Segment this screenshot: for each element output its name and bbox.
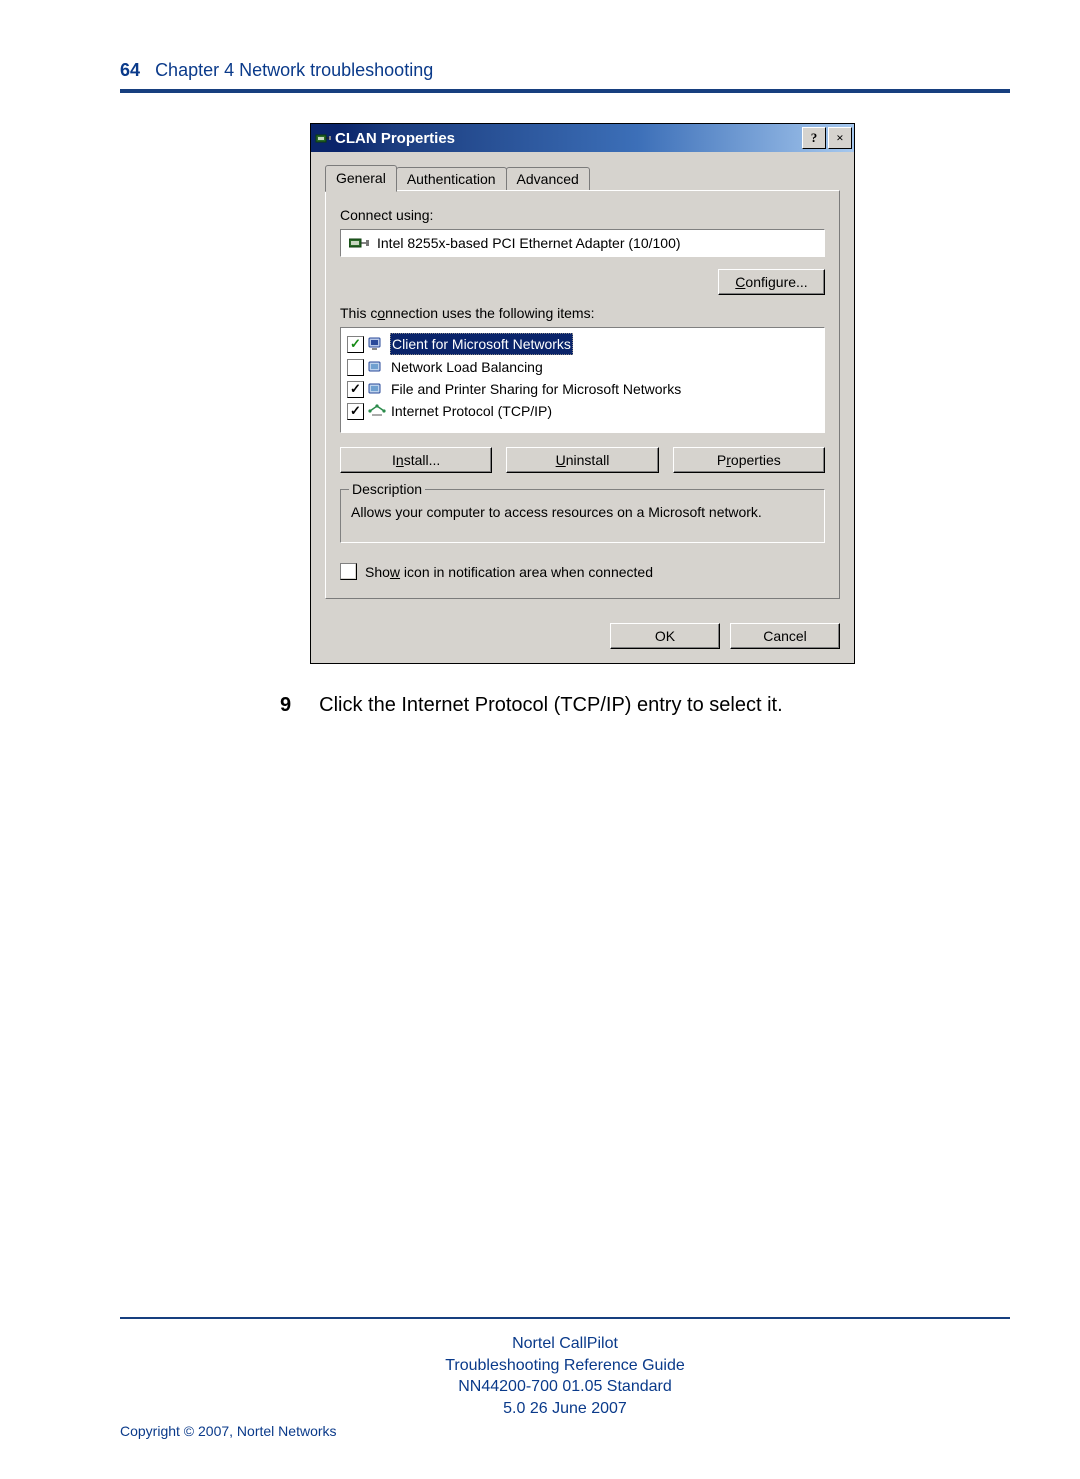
checkbox-checked-icon[interactable] xyxy=(347,336,364,353)
show-icon-row[interactable]: Show icon in notification area when conn… xyxy=(340,563,825,580)
tab-panel-general: Connect using: Intel 8255x-based PCI Eth… xyxy=(325,190,840,599)
uninstall-button[interactable]: Uninstall xyxy=(506,447,658,473)
footer-line-2: Troubleshooting Reference Guide xyxy=(120,1355,1010,1377)
network-adapter-icon xyxy=(315,130,331,146)
list-item[interactable]: Internet Protocol (TCP/IP) xyxy=(345,400,820,422)
checkbox-unchecked-icon[interactable] xyxy=(347,359,364,376)
adapter-icon xyxy=(349,235,369,251)
tab-advanced[interactable]: Advanced xyxy=(506,167,590,191)
list-item-label: File and Printer Sharing for Microsoft N… xyxy=(390,379,682,399)
list-item[interactable]: File and Printer Sharing for Microsoft N… xyxy=(345,378,820,400)
description-text: Allows your computer to access resources… xyxy=(351,504,814,520)
clan-properties-dialog: CLAN Properties ? × General Authenticati… xyxy=(310,123,855,664)
list-item-label: Client for Microsoft Networks xyxy=(390,333,573,355)
show-icon-label: Show icon in notification area when conn… xyxy=(365,564,653,580)
description-groupbox: Description Allows your computer to acce… xyxy=(340,489,825,543)
dialog-titlebar[interactable]: CLAN Properties ? × xyxy=(311,124,854,152)
show-icon-checkbox[interactable] xyxy=(340,563,357,580)
tab-general[interactable]: General xyxy=(325,165,397,192)
items-label: This connection uses the following items… xyxy=(340,305,825,321)
description-title: Description xyxy=(349,481,425,497)
footer-divider xyxy=(120,1317,1010,1319)
footer-line-3: NN44200-700 01.05 Standard xyxy=(120,1376,1010,1398)
header-divider xyxy=(120,89,1010,93)
footer-line-1: Nortel CallPilot xyxy=(120,1333,1010,1355)
adapter-name: Intel 8255x-based PCI Ethernet Adapter (… xyxy=(377,235,681,251)
list-item[interactable]: Client for Microsoft Networks xyxy=(345,332,820,356)
page-number: 64 xyxy=(120,60,140,80)
configure-button[interactable]: Configure... xyxy=(718,269,825,295)
connect-using-label: Connect using: xyxy=(340,207,825,223)
ok-button[interactable]: OK xyxy=(610,623,720,649)
checkbox-checked-icon[interactable] xyxy=(347,381,364,398)
tab-authentication[interactable]: Authentication xyxy=(396,167,507,191)
list-item[interactable]: Network Load Balancing xyxy=(345,356,820,378)
close-button[interactable]: × xyxy=(828,127,852,149)
page-header: 64 Chapter 4 Network troubleshooting xyxy=(120,60,1010,81)
document-footer: Nortel CallPilot Troubleshooting Referen… xyxy=(120,1333,1010,1419)
properties-button[interactable]: Properties xyxy=(673,447,825,473)
footer-line-4: 5.0 26 June 2007 xyxy=(120,1398,1010,1420)
list-item-label: Network Load Balancing xyxy=(390,357,544,377)
protocol-icon xyxy=(368,403,386,419)
chapter-title: Chapter 4 Network troubleshooting xyxy=(155,60,433,80)
client-icon xyxy=(368,336,386,352)
install-button[interactable]: Install... xyxy=(340,447,492,473)
instruction-number: 9 xyxy=(280,694,291,717)
list-item-label: Internet Protocol (TCP/IP) xyxy=(390,401,553,421)
copyright-text: Copyright © 2007, Nortel Networks xyxy=(120,1423,1010,1439)
service-icon xyxy=(368,359,386,375)
help-button[interactable]: ? xyxy=(802,127,826,149)
cancel-button[interactable]: Cancel xyxy=(730,623,840,649)
instruction-text: Click the Internet Protocol (TCP/IP) ent… xyxy=(319,694,783,717)
tab-strip: General Authentication Advanced xyxy=(325,164,840,191)
adapter-field: Intel 8255x-based PCI Ethernet Adapter (… xyxy=(340,229,825,257)
service-icon xyxy=(368,381,386,397)
connection-items-listbox[interactable]: Client for Microsoft Networks Network Lo… xyxy=(340,327,825,433)
instruction-step: 9 Click the Internet Protocol (TCP/IP) e… xyxy=(280,694,1010,717)
dialog-title: CLAN Properties xyxy=(335,130,455,147)
checkbox-checked-icon[interactable] xyxy=(347,403,364,420)
